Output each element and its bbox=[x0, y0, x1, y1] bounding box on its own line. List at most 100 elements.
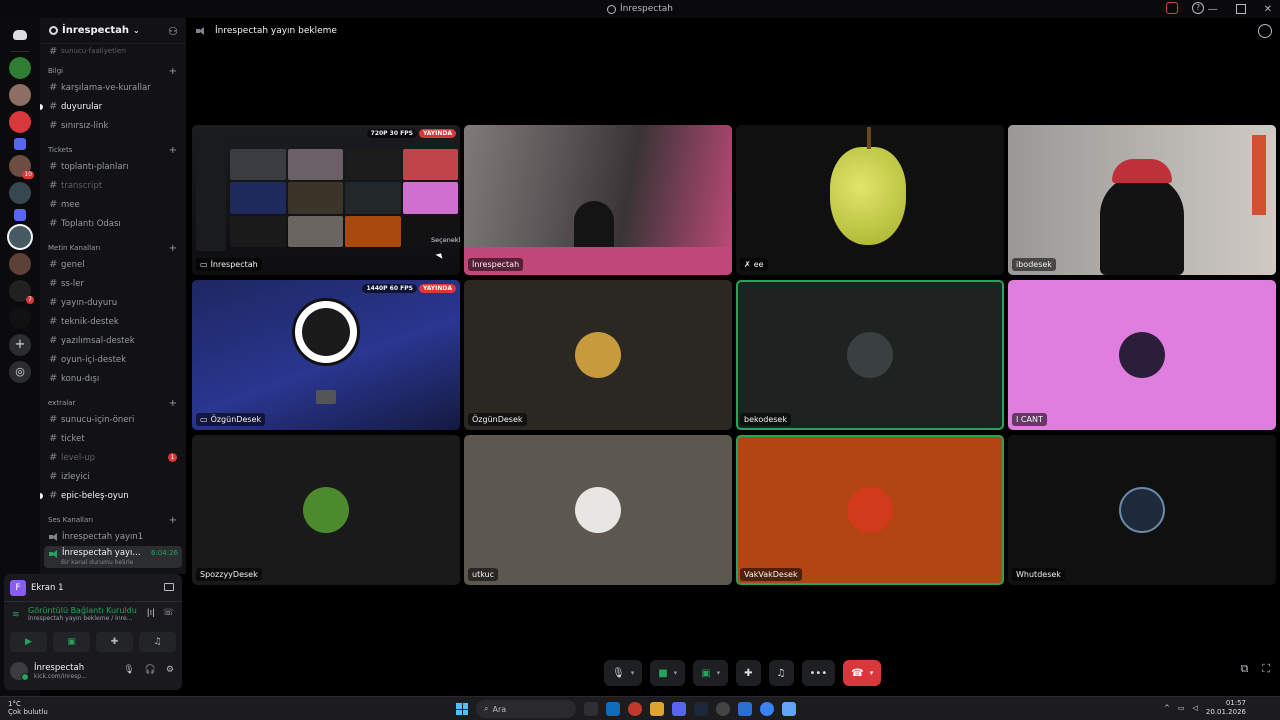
app-icon[interactable] bbox=[738, 702, 752, 716]
server-icon-4[interactable]: 10 bbox=[9, 155, 34, 179]
settings-gear-icon[interactable]: ⚙ bbox=[166, 665, 174, 675]
camera-button[interactable]: ▶ bbox=[10, 632, 47, 652]
start-icon[interactable] bbox=[456, 703, 468, 715]
channel-item[interactable]: # sunucu-için-öneri bbox=[40, 410, 186, 429]
category-metin-kanallari[interactable]: Metin Kanalları + bbox=[40, 241, 186, 255]
user-info[interactable]: İnrespectah kick.com/inresp... 🎙 🎧 ⚙ bbox=[4, 656, 182, 686]
screen-icon[interactable] bbox=[164, 583, 174, 591]
channel-item[interactable]: # transcript bbox=[40, 176, 186, 195]
category-ses-kanallari[interactable]: Ses Kanalları + bbox=[40, 513, 186, 527]
channel-item[interactable]: # karşılama-ve-kurallar bbox=[40, 78, 186, 97]
channel-item[interactable]: # konu-dışı bbox=[40, 369, 186, 388]
volume-icon[interactable]: ◁ bbox=[1193, 704, 1198, 712]
channel-item[interactable]: # ticket bbox=[40, 429, 186, 448]
channel-item[interactable]: # oyun-içi-destek bbox=[40, 350, 186, 369]
category-tickets[interactable]: Tickets + bbox=[40, 143, 186, 157]
app-icon-2[interactable] bbox=[760, 702, 774, 716]
browser-icon[interactable] bbox=[606, 702, 620, 716]
video-tile[interactable]: VakVakDesek bbox=[736, 435, 1004, 585]
video-tile[interactable]: ibodesek bbox=[1008, 125, 1276, 275]
server-icon-3[interactable] bbox=[9, 111, 31, 133]
folder-icon[interactable] bbox=[650, 702, 664, 716]
server-icon-2[interactable] bbox=[9, 84, 31, 106]
camera-toggle[interactable]: ■ ▾ bbox=[650, 660, 686, 686]
channel-item[interactable]: # mee bbox=[40, 195, 186, 214]
video-tile[interactable]: Whutdesek bbox=[1008, 435, 1276, 585]
network-icon[interactable]: ▭ bbox=[1178, 704, 1185, 712]
voice-channel-active[interactable]: İnrespectah yayı... 6:04:26 Bir kanal du… bbox=[44, 546, 182, 568]
server-icon-8[interactable] bbox=[9, 307, 31, 329]
explore-icon[interactable] bbox=[9, 361, 31, 383]
opera-icon[interactable] bbox=[628, 702, 642, 716]
headphones-icon[interactable]: 🎧 bbox=[145, 665, 156, 675]
tray-chevron-icon[interactable]: ^ bbox=[1164, 704, 1170, 712]
channel-item[interactable]: # genel bbox=[40, 255, 186, 274]
help-icon[interactable]: ? bbox=[1192, 2, 1204, 14]
folder-icon[interactable] bbox=[14, 138, 26, 150]
server-icon-6[interactable] bbox=[9, 253, 31, 275]
add-channel-icon[interactable]: + bbox=[169, 243, 177, 254]
more-button[interactable]: ••• bbox=[801, 660, 836, 686]
server-icon-5[interactable] bbox=[9, 182, 31, 204]
video-tile[interactable]: 720P 30 FPSYAYINDA Seçenekler ▭İnrespect… bbox=[192, 125, 460, 275]
add-channel-icon[interactable]: + bbox=[169, 145, 177, 156]
leave-call-button[interactable]: ☎ ▾ bbox=[843, 660, 882, 686]
channel-item[interactable]: # Toplantı Odası bbox=[40, 214, 186, 233]
server-icon-1[interactable] bbox=[9, 57, 31, 79]
stream-preview-bar[interactable]: F Ekran 1 bbox=[4, 574, 182, 602]
folder-icon-2[interactable] bbox=[14, 209, 26, 221]
channel-item[interactable]: # yayın-duyuru bbox=[40, 293, 186, 312]
soundboard-button[interactable]: ♫ bbox=[768, 660, 794, 686]
channel-item[interactable]: # ss-ler bbox=[40, 274, 186, 293]
channel-item[interactable]: # toplantı-planları bbox=[40, 157, 186, 176]
video-tile[interactable]: 1440P 60 FPS YAYINDA ▭ ÖzgünDesek bbox=[192, 280, 460, 430]
close-button[interactable]: ✕ bbox=[1264, 4, 1272, 15]
soundboard-button[interactable]: ♫ bbox=[139, 632, 176, 652]
clock[interactable]: 01:57 20.01.2026 bbox=[1206, 699, 1246, 717]
discord-home-icon[interactable] bbox=[9, 24, 31, 46]
add-channel-icon[interactable]: + bbox=[169, 515, 177, 526]
channel-item[interactable]: # teknik-destek bbox=[40, 312, 186, 331]
category-extralar[interactable]: extralar + bbox=[40, 396, 186, 410]
discord-icon[interactable] bbox=[672, 702, 686, 716]
noise-suppression-icon[interactable]: ǀıǀ bbox=[147, 608, 155, 618]
channel-status[interactable]: Bir kanal durumu belirle bbox=[61, 559, 133, 566]
taskview-icon[interactable] bbox=[584, 702, 598, 716]
category-bilgi[interactable]: Bilgi + bbox=[40, 64, 186, 78]
fullscreen-icon[interactable]: ⛶ bbox=[1262, 662, 1270, 676]
activities-button[interactable]: ✚ bbox=[736, 660, 761, 686]
video-tile[interactable]: SpozzyyDesek bbox=[192, 435, 460, 585]
maximize-button[interactable] bbox=[1235, 4, 1246, 14]
mic-toggle[interactable]: 🎙 ▾ bbox=[604, 660, 643, 686]
activities-button[interactable]: ✚ bbox=[96, 632, 133, 652]
minimize-button[interactable]: — bbox=[1208, 4, 1218, 15]
screen-share-button[interactable]: ▣ bbox=[53, 632, 90, 652]
steam-icon[interactable] bbox=[694, 702, 708, 716]
video-tile[interactable]: ÖzgünDesek bbox=[464, 280, 732, 430]
server-icon-active[interactable] bbox=[9, 226, 31, 248]
weather-widget[interactable]: 1°C Çok bulutlu bbox=[8, 700, 48, 716]
avatar[interactable] bbox=[10, 662, 29, 681]
members-icon[interactable] bbox=[1258, 24, 1272, 38]
app-icon-3[interactable] bbox=[782, 702, 796, 716]
video-tile[interactable]: ✗ ee bbox=[736, 125, 1004, 275]
screen-share-toggle[interactable]: ▣ ▾ bbox=[693, 660, 729, 686]
mic-icon[interactable]: 🎙 bbox=[123, 665, 134, 675]
channel-item[interactable]: # epic-beleş-oyun bbox=[40, 486, 186, 505]
channel-partial[interactable]: # sunucu-faaliyetleri bbox=[40, 46, 186, 57]
channel-item[interactable]: # duyurular bbox=[40, 97, 186, 116]
add-channel-icon[interactable]: + bbox=[169, 66, 177, 77]
server-icon-7[interactable]: 7 bbox=[9, 280, 34, 304]
invite-people-icon[interactable]: ⚇ bbox=[168, 25, 178, 38]
channel-item[interactable]: # yazılımsal-destek bbox=[40, 331, 186, 350]
video-tile[interactable]: İnrespectah bbox=[464, 125, 732, 275]
voice-channel-item[interactable]: İnrespectah yayın1 bbox=[40, 527, 186, 546]
inbox-icon[interactable] bbox=[1166, 2, 1178, 14]
add-server-icon[interactable] bbox=[9, 334, 31, 356]
channel-item[interactable]: # izleyici bbox=[40, 467, 186, 486]
video-tile[interactable]: utkuc bbox=[464, 435, 732, 585]
signal-icon[interactable]: ≋ bbox=[12, 610, 20, 620]
disconnect-icon[interactable]: ☏ bbox=[163, 608, 174, 618]
channel-item[interactable]: # level-up 1 bbox=[40, 448, 186, 467]
video-tile[interactable]: bekodesek bbox=[736, 280, 1004, 430]
